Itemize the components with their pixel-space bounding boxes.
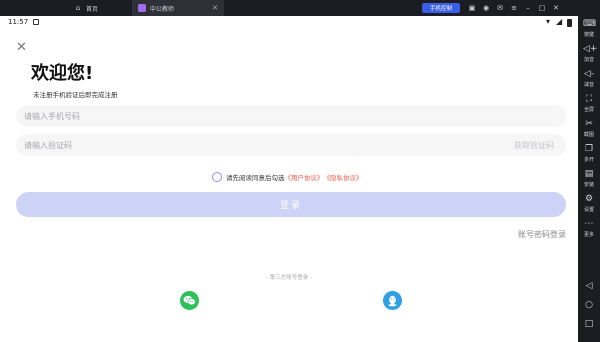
fullscreen-icon: ⛶ [585,94,593,104]
register-hint: 未注册手机验证后即完成注册 [33,91,118,99]
user-icon[interactable]: ◉ [480,0,492,16]
sidebar-item-install[interactable]: ▤ 安装 [578,169,600,188]
volume-down-icon: ◁- [583,69,595,79]
third-party-login-title: - 第三方账号登录 - [266,275,312,281]
sidebar-label: 全屏 [583,107,594,113]
login-screen: ✕ 欢迎您! 未注册手机验证后即完成注册 获取验证码 请先阅读同意后勾选 《用户… [0,29,578,342]
nav-recents-icon[interactable]: □ [578,319,600,329]
verification-code-input[interactable] [24,140,464,150]
account-password-login-link[interactable]: 账号密码登录 [518,229,566,240]
more-icon: ⋯ [584,219,594,229]
emulator-logo-icon [5,3,15,13]
sidebar-label: 截图 [583,132,594,138]
nav-home-icon[interactable]: ○ [578,300,600,310]
signal-icon: ◢ [556,17,563,26]
tab-app-label: 中公教师 [150,5,175,13]
nav-back-icon[interactable]: ◁ [578,281,600,291]
android-status-bar: 11:57 ▾ ◢ [0,16,578,29]
phone-input[interactable] [24,111,464,121]
tab-home-label: 首页 [86,5,99,13]
sidebar-item-settings[interactable]: ⚙ 设置 [578,194,600,213]
phone-control-button[interactable]: 手机控制 [422,3,460,13]
tab-home[interactable]: ⌂ 首页 [74,0,130,16]
emulator-sidebar: ⌨ 按键 ◁+ 加音 ◁- 减音 ⛶ 全屏 ✂ 截图 ❐ 多开 ▤ 安装 ⚙ 设… [578,16,600,342]
sidebar-item-volume-up[interactable]: ◁+ 加音 [578,44,600,63]
phone-field-container [16,105,566,127]
user-agreement-link[interactable]: 《用户协议》 [285,172,324,182]
qq-login-icon[interactable] [383,291,402,310]
sim-icon [33,19,39,25]
phone-control-label: 手机控制 [429,6,452,12]
login-button[interactable]: 登录 [16,192,566,217]
battery-icon [567,19,572,27]
app-icon [138,4,146,12]
sidebar-item-more[interactable]: ⋯ 更多 [578,219,600,238]
sidebar-label: 设置 [583,207,594,213]
sidebar-item-screenshot[interactable]: ✂ 截图 [578,119,600,138]
sidebar-item-fullscreen[interactable]: ⛶ 全屏 [578,94,600,113]
status-time: 11:57 [8,18,29,26]
sidebar-label: 减音 [583,82,594,88]
agree-prefix: 请先阅读同意后勾选 [226,174,285,182]
tab-close-icon[interactable]: ✕ [212,4,218,12]
get-code-button[interactable]: 获取验证码 [514,140,554,151]
sidebar-label: 多开 [583,157,594,163]
agree-checkbox[interactable] [212,172,222,182]
keyboard-icon: ⌨ [583,19,596,29]
welcome-title: 欢迎您! [31,63,94,84]
sidebar-label: 更多 [583,232,594,238]
minimize-icon[interactable]: – [522,0,534,16]
mail-icon[interactable]: ✉ [494,0,506,16]
menu-icon[interactable]: ≡ [508,0,520,16]
wifi-icon: ▾ [546,17,551,26]
apk-install-icon: ▤ [584,169,594,179]
close-icon[interactable]: ✕ [16,41,27,54]
settings-icon: ⚙ [584,194,594,204]
home-icon: ⌂ [75,4,81,12]
multi-instance-icon: ❐ [584,144,594,154]
tab-app[interactable]: 中公教师 ✕ [132,0,224,16]
wechat-login-icon[interactable] [180,291,199,310]
volume-up-icon: ◁+ [583,44,598,54]
close-window-icon[interactable]: ✕ [550,0,562,16]
agreement-row: 请先阅读同意后勾选 《用户协议》 《隐私协议》 [212,172,363,182]
sidebar-label: 按键 [583,32,594,38]
sidebar-label: 加音 [583,57,594,63]
privacy-policy-link[interactable]: 《隐私协议》 [324,172,363,182]
sidebar-item-volume-down[interactable]: ◁- 减音 [578,69,600,88]
maximize-icon[interactable]: □ [536,0,548,16]
code-field-container: 获取验证码 [16,134,566,156]
sidebar-item-keys[interactable]: ⌨ 按键 [578,19,600,38]
gamepad-icon[interactable]: ▣ [466,0,478,16]
sidebar-label: 安装 [583,182,594,188]
sidebar-item-multi[interactable]: ❐ 多开 [578,144,600,163]
emulator-titlebar: ⌂ 首页 中公教师 ✕ 手机控制 ▣ ◉ ✉ ≡ – □ ✕ [0,0,600,16]
scissors-icon: ✂ [585,119,593,129]
